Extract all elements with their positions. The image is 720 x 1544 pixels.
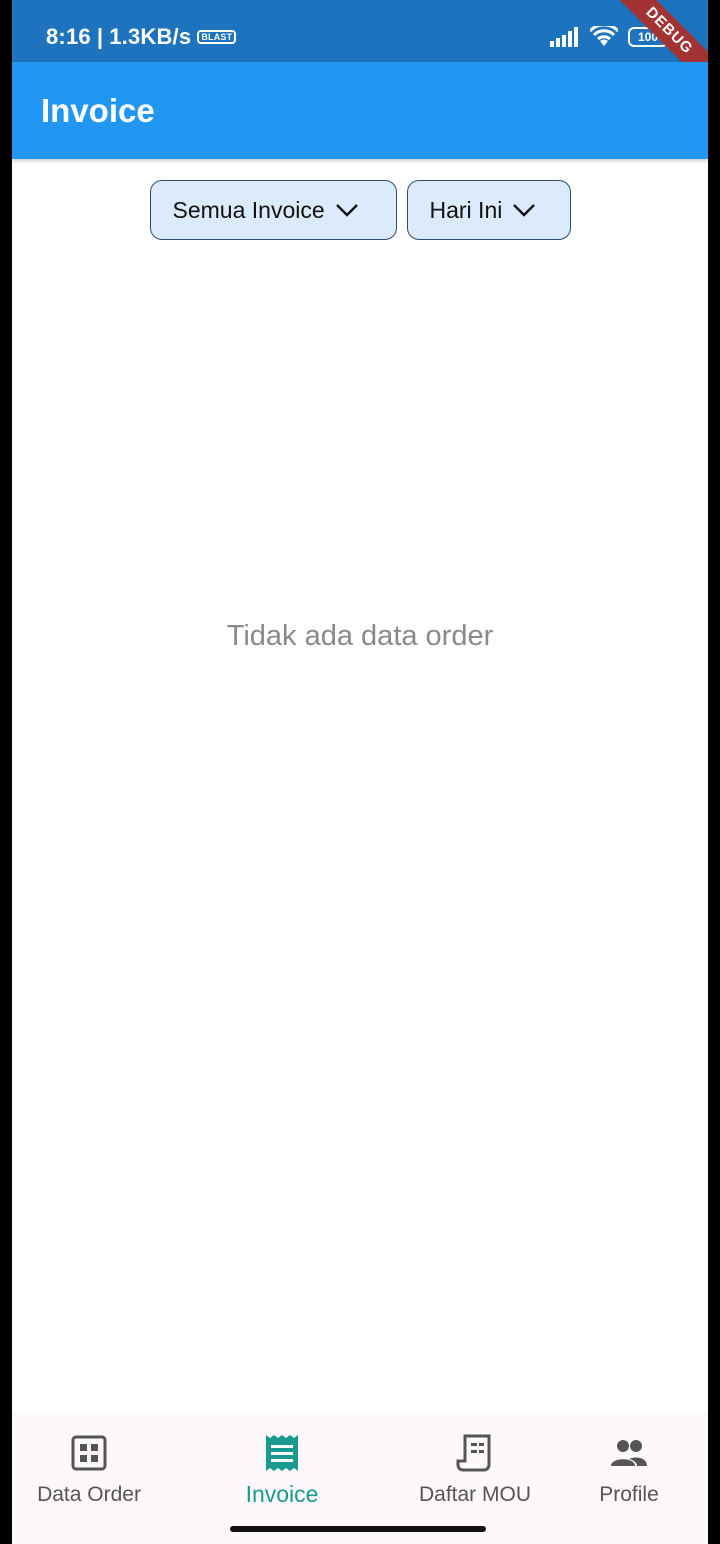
bottom-nav: Data Order Invoice Daftar MOU Profile xyxy=(12,1413,708,1544)
date-range-label: Hari Ini xyxy=(429,196,503,223)
screen: 8:16 | 1.3KB/s BLAST 100 DEBUG Invoice S… xyxy=(12,0,708,1544)
filter-row: Semua Invoice Hari Ini xyxy=(12,180,708,240)
invoice-type-label: Semua Invoice xyxy=(172,196,325,223)
chevron-down-icon xyxy=(335,204,358,217)
status-network-speed: 1.3KB/s xyxy=(109,24,192,49)
document-icon xyxy=(456,1434,491,1472)
status-chip: BLAST xyxy=(197,30,237,44)
wifi-icon xyxy=(590,26,618,46)
status-separator: | xyxy=(96,24,104,49)
date-range-dropdown[interactable]: Hari Ini xyxy=(406,180,571,240)
people-icon xyxy=(611,1440,647,1466)
nav-label-profile: Profile xyxy=(599,1483,659,1506)
nav-label-data-order: Data Order xyxy=(37,1483,141,1506)
page-title: Invoice xyxy=(41,92,155,129)
home-indicator xyxy=(230,1526,486,1532)
nav-item-invoice[interactable]: Invoice xyxy=(202,1433,362,1508)
status-bar: 8:16 | 1.3KB/s BLAST 100 DEBUG xyxy=(12,0,708,101)
signal-icon xyxy=(550,27,578,47)
chevron-down-icon xyxy=(513,204,536,217)
nav-label-daftar-mou: Daftar MOU xyxy=(418,1483,531,1506)
app-bar: Invoice xyxy=(12,62,708,159)
grid-icon xyxy=(71,1435,107,1471)
status-left: 8:16 | 1.3KB/s BLAST xyxy=(46,24,237,50)
nav-item-profile[interactable]: Profile xyxy=(549,1433,708,1507)
invoice-icon xyxy=(266,1435,298,1471)
nav-item-daftar-mou[interactable]: Daftar MOU xyxy=(395,1433,555,1507)
empty-state-message: Tidak ada data order xyxy=(226,620,494,652)
invoice-type-dropdown[interactable]: Semua Invoice xyxy=(149,180,397,240)
nav-item-data-order[interactable]: Data Order xyxy=(12,1433,169,1507)
nav-label-invoice: Invoice xyxy=(245,1481,319,1507)
status-time: 8:16 xyxy=(46,24,91,49)
